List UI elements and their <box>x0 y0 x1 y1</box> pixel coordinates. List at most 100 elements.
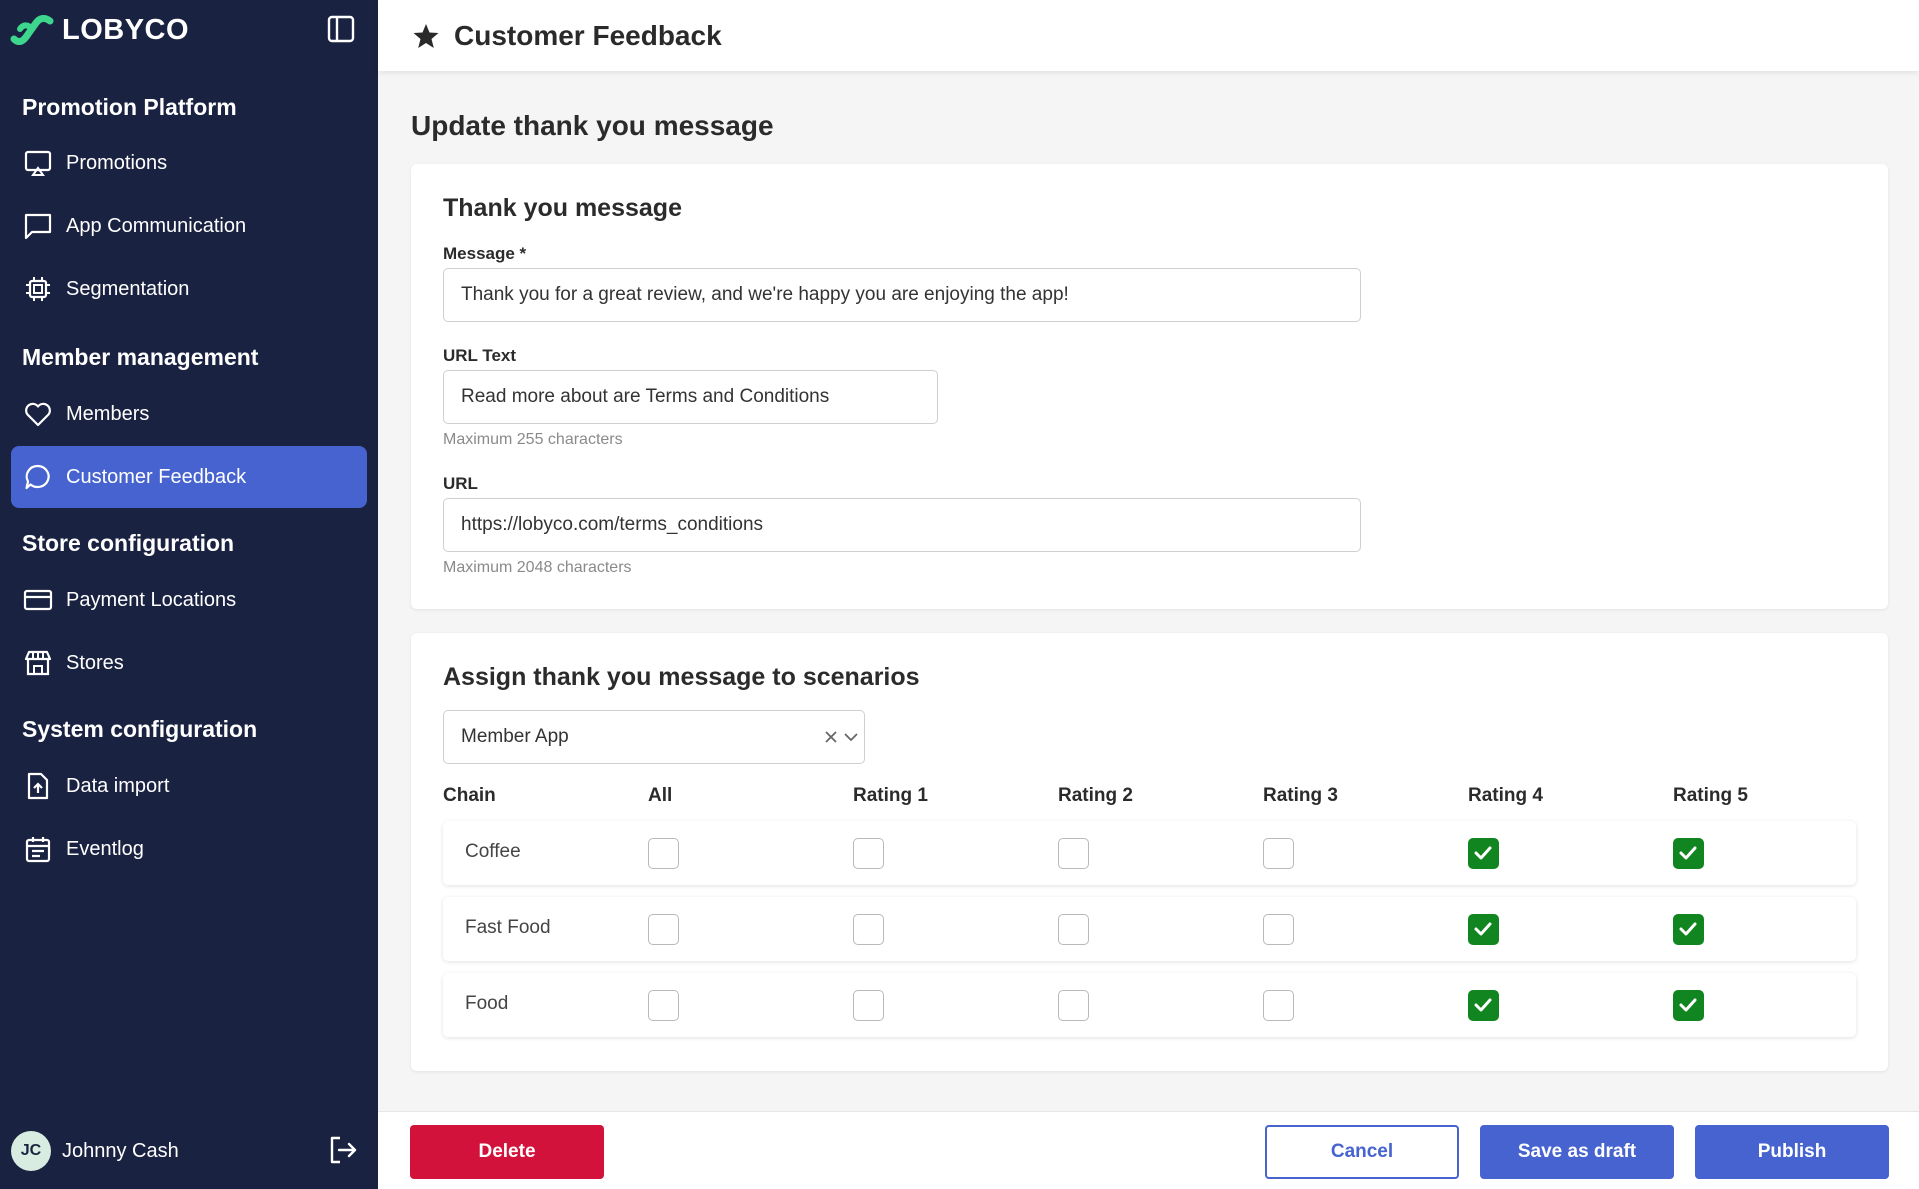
cancel-button[interactable]: Cancel <box>1265 1125 1459 1179</box>
sidebar-item-promotions[interactable]: Promotions <box>11 132 367 194</box>
url-text-input[interactable]: Read more about are Terms and Conditions <box>443 370 938 424</box>
section-promotion-platform: Promotion Platform <box>22 94 237 120</box>
thank-you-message-card: Thank you message Message * Thank you fo… <box>411 164 1888 609</box>
checkbox-checked[interactable] <box>1673 990 1704 1021</box>
sidebar-item-app-communication[interactable]: App Communication <box>11 195 367 257</box>
table-row: Fast Food <box>443 897 1856 961</box>
avatar[interactable]: JC <box>11 1131 51 1171</box>
calendar-icon <box>23 834 53 864</box>
checkbox-checked[interactable] <box>1468 990 1499 1021</box>
page-header: Customer Feedback <box>378 0 1919 71</box>
sidebar-item-label: Stores <box>66 651 124 674</box>
checkbox[interactable] <box>1058 990 1089 1021</box>
sidebar-collapse-icon[interactable] <box>326 14 356 44</box>
chip-icon <box>23 274 53 304</box>
file-upload-icon <box>23 771 53 801</box>
credit-card-icon <box>23 585 53 615</box>
presentation-icon <box>23 148 53 178</box>
checkbox[interactable] <box>1058 914 1089 945</box>
brand-name: LOBYCO <box>62 13 190 46</box>
table-row: Food <box>443 973 1856 1037</box>
checkbox[interactable] <box>648 914 679 945</box>
sidebar-item-label: Members <box>66 402 150 425</box>
checkbox-checked[interactable] <box>1673 838 1704 869</box>
checkbox[interactable] <box>1263 990 1294 1021</box>
checkmark-icon <box>1679 922 1697 936</box>
sidebar-item-payment-locations[interactable]: Payment Locations <box>11 569 367 631</box>
sidebar-item-label: App Communication <box>66 214 247 237</box>
column-header-rating-5: Rating 5 <box>1673 785 1748 806</box>
sidebar-item-segmentation[interactable]: Segmentation <box>11 258 367 320</box>
checkbox[interactable] <box>1058 838 1089 869</box>
checkbox[interactable] <box>853 914 884 945</box>
checkbox[interactable] <box>648 990 679 1021</box>
checkmark-icon <box>1474 846 1492 860</box>
sidebar-item-label: Customer Feedback <box>66 465 247 488</box>
platform-select-value: Member App <box>461 726 569 747</box>
checkbox[interactable] <box>853 838 884 869</box>
url-hint: Maximum 2048 characters <box>443 559 632 576</box>
column-header-rating-4: Rating 4 <box>1468 785 1543 806</box>
checkbox-checked[interactable] <box>1468 838 1499 869</box>
checkbox[interactable] <box>648 838 679 869</box>
heart-icon <box>23 399 53 429</box>
chat-square-icon <box>23 211 53 241</box>
chat-bubble-icon <box>23 462 53 492</box>
table-row: Coffee <box>443 821 1856 885</box>
column-header-rating-2: Rating 2 <box>1058 785 1133 806</box>
section-system-configuration: System configuration <box>22 716 258 742</box>
chain-name: Food <box>465 993 509 1014</box>
section-store-configuration: Store configuration <box>22 530 235 556</box>
url-label: URL <box>443 474 478 493</box>
logout-icon[interactable] <box>327 1134 359 1166</box>
user-profile: JC Johnny Cash <box>11 1130 367 1172</box>
sidebar-item-label: Promotions <box>66 151 168 174</box>
publish-button[interactable]: Publish <box>1695 1125 1889 1179</box>
card-title: Assign thank you message to scenarios <box>443 663 920 691</box>
url-text-hint: Maximum 255 characters <box>443 431 623 448</box>
column-header-all: All <box>648 785 673 806</box>
checkbox-checked[interactable] <box>1468 914 1499 945</box>
sidebar-item-members[interactable]: Members <box>11 383 367 445</box>
chain-name: Coffee <box>465 841 521 862</box>
column-header-chain: Chain <box>443 785 496 806</box>
checkmark-icon <box>1474 922 1492 936</box>
column-header-rating-1: Rating 1 <box>853 785 928 806</box>
delete-button[interactable]: Delete <box>410 1125 604 1179</box>
checkbox-checked[interactable] <box>1673 914 1704 945</box>
url-input[interactable]: https://lobyco.com/terms_conditions <box>443 498 1361 552</box>
sidebar-item-label: Segmentation <box>66 277 190 300</box>
checkbox[interactable] <box>1263 838 1294 869</box>
sidebar: LOBYCO Promotion Platform Promotions App… <box>0 0 378 1189</box>
checkmark-icon <box>1679 846 1697 860</box>
star-icon <box>413 23 439 48</box>
store-icon <box>23 648 53 678</box>
checkbox[interactable] <box>853 990 884 1021</box>
sidebar-item-stores[interactable]: Stores <box>11 632 367 694</box>
page-title: Customer Feedback <box>454 19 722 51</box>
action-footer: Delete Cancel Save as draft Publish <box>378 1111 1919 1189</box>
checkmark-icon <box>1679 998 1697 1012</box>
brand-logo[interactable]: LOBYCO <box>10 12 189 48</box>
sidebar-item-data-import[interactable]: Data import <box>11 755 367 817</box>
save-draft-button[interactable]: Save as draft <box>1480 1125 1674 1179</box>
lobyco-logo-icon <box>10 15 54 45</box>
column-header-rating-3: Rating 3 <box>1263 785 1338 806</box>
section-member-management: Member management <box>22 344 259 370</box>
checkbox[interactable] <box>1263 914 1294 945</box>
chain-name: Fast Food <box>465 917 551 938</box>
sidebar-item-eventlog[interactable]: Eventlog <box>11 818 367 880</box>
sidebar-item-label: Payment Locations <box>66 588 237 611</box>
checkmark-icon <box>1474 998 1492 1012</box>
scenario-card: Assign thank you message to scenarios Me… <box>411 633 1888 1071</box>
clear-icon[interactable] <box>820 726 842 748</box>
sidebar-item-customer-feedback[interactable]: Customer Feedback <box>11 446 367 508</box>
sidebar-item-label: Eventlog <box>66 837 144 860</box>
form-heading: Update thank you message <box>411 110 774 141</box>
message-input[interactable]: Thank you for a great review, and we're … <box>443 268 1361 322</box>
user-name: Johnny Cash <box>62 1139 179 1162</box>
card-title: Thank you message <box>443 194 682 222</box>
url-text-label: URL Text <box>443 346 517 365</box>
platform-select[interactable]: Member App <box>443 710 865 764</box>
sidebar-item-label: Data import <box>66 774 170 797</box>
